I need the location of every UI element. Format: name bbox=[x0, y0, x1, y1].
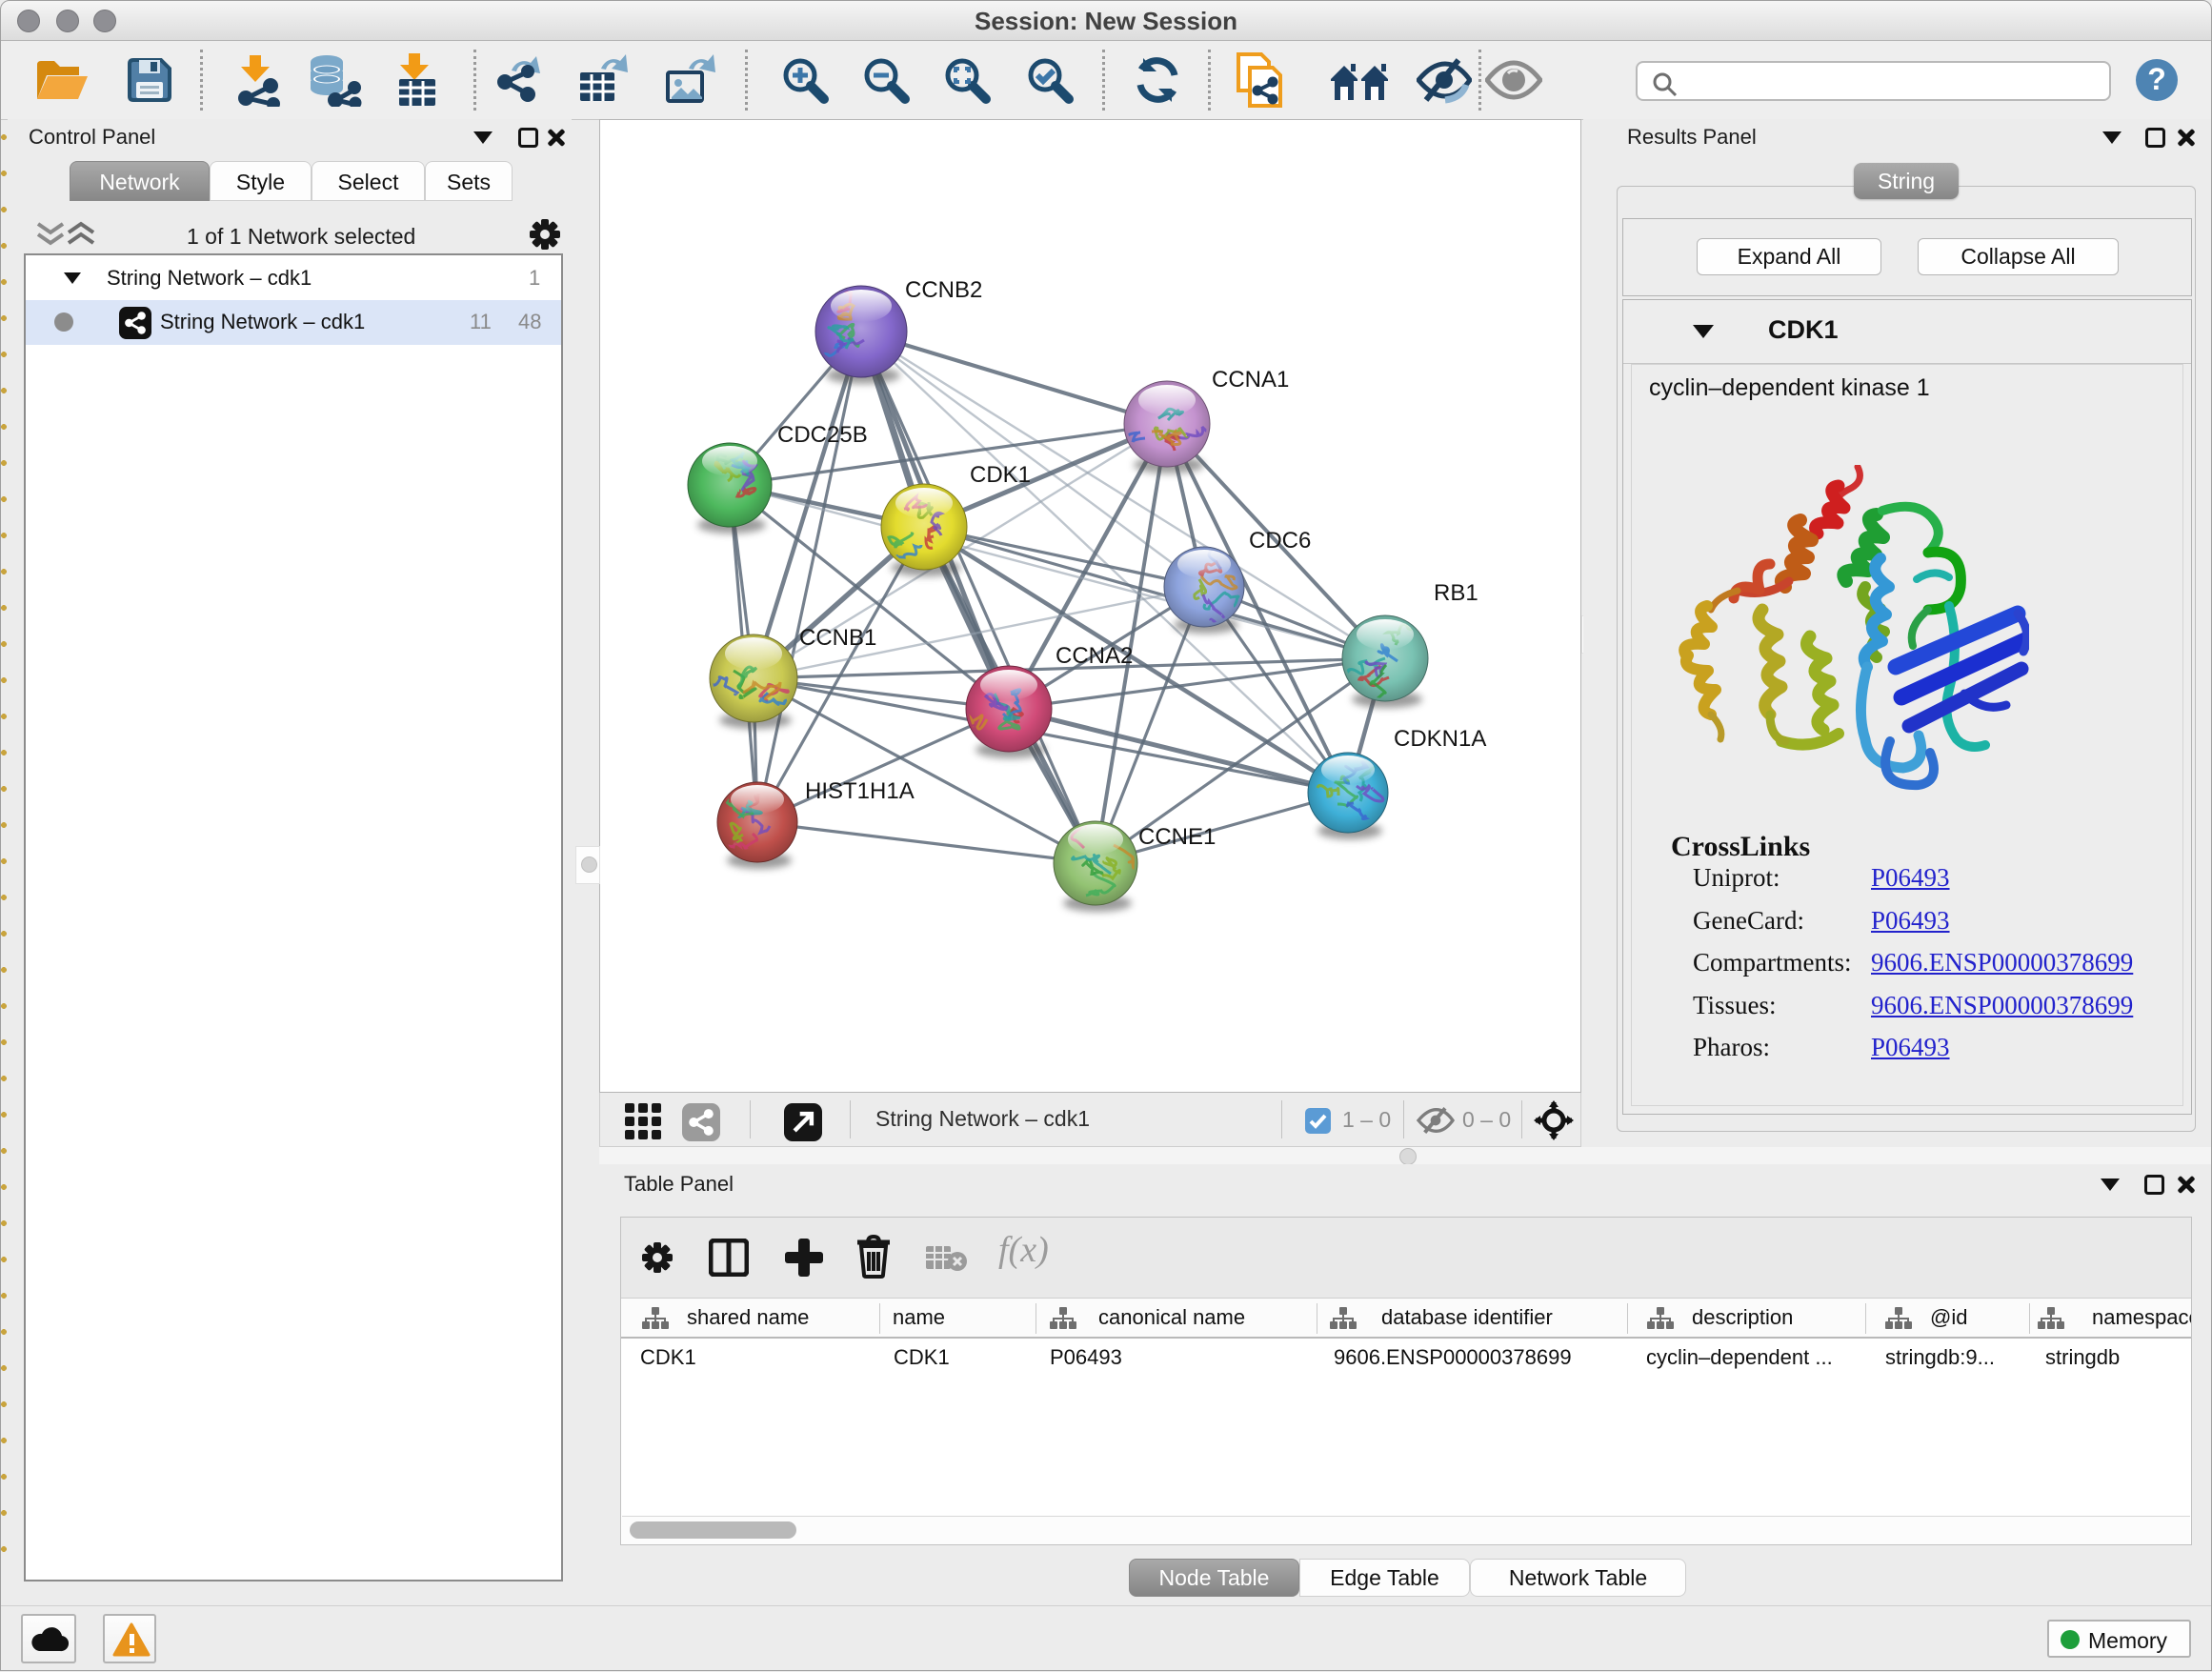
svg-text:CCNA2: CCNA2 bbox=[1056, 643, 1133, 669]
svg-text:RB1: RB1 bbox=[1434, 580, 1478, 606]
svg-text:CDC25B: CDC25B bbox=[777, 422, 868, 448]
svg-text:CDK1: CDK1 bbox=[970, 462, 1031, 488]
svg-text:?: ? bbox=[2147, 62, 2166, 96]
svg-text:CCNE1: CCNE1 bbox=[1138, 824, 1216, 850]
svg-text:CDC6: CDC6 bbox=[1249, 528, 1311, 554]
svg-text:CCNB2: CCNB2 bbox=[905, 277, 982, 303]
svg-text:CCNB1: CCNB1 bbox=[799, 625, 876, 651]
svg-text:HIST1H1A: HIST1H1A bbox=[805, 778, 915, 804]
svg-text:CDKN1A: CDKN1A bbox=[1394, 726, 1486, 752]
svg-text:CCNA1: CCNA1 bbox=[1212, 367, 1289, 393]
